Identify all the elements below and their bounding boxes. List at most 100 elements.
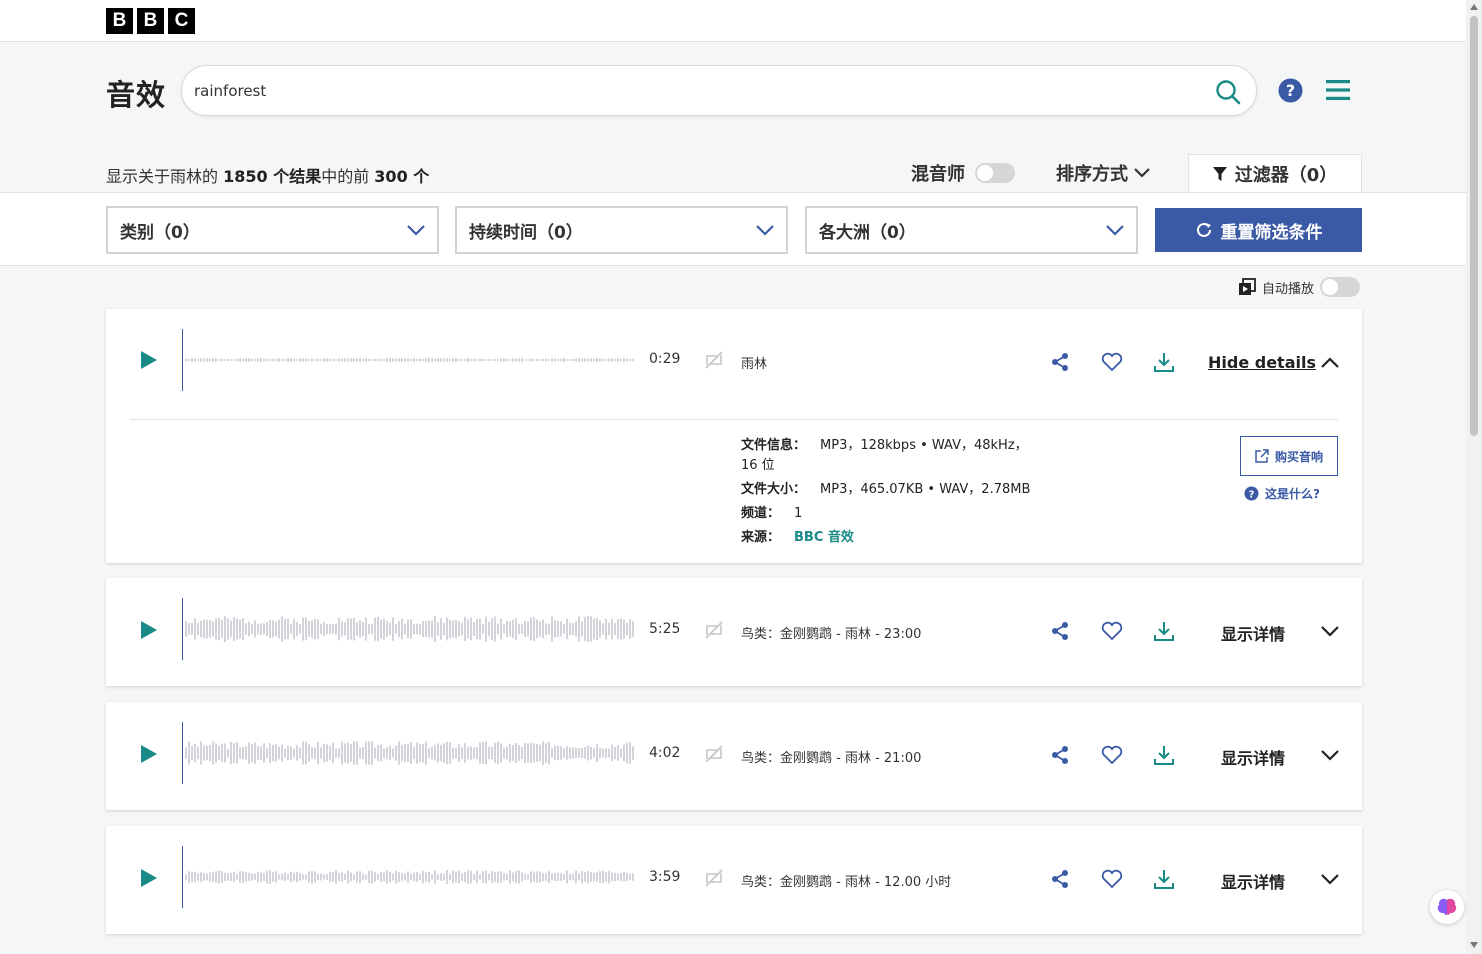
hide-details-link[interactable]: Hide details xyxy=(1208,353,1316,372)
autoplay-icon xyxy=(1239,278,1256,295)
heart-icon[interactable] xyxy=(1101,869,1123,889)
sort-button[interactable]: 排序方式 xyxy=(1056,160,1150,186)
help-icon: ? xyxy=(1244,486,1259,501)
share-icon[interactable] xyxy=(1050,869,1070,889)
track-description: 鸟类：金刚鹦鹉 - 雨林 - 12.00 小时 xyxy=(741,875,952,890)
play-icon[interactable] xyxy=(140,868,158,888)
download-icon[interactable] xyxy=(1153,620,1175,642)
filter-row: 类别（0） 持续时间（0） 各大洲（0） 重置筛选条件 xyxy=(0,192,1466,266)
waveform[interactable] xyxy=(182,722,634,784)
scroll-up-arrow[interactable] xyxy=(1470,4,1478,10)
top-bar: B B C xyxy=(0,0,1466,42)
scrollbar[interactable] xyxy=(1466,0,1482,954)
svg-text:?: ? xyxy=(1249,490,1255,501)
track-duration: 4:02 xyxy=(649,745,681,761)
waveform[interactable] xyxy=(182,846,634,908)
chevron-down-icon[interactable] xyxy=(1320,626,1340,638)
result-count: 显示关于雨林的 1850 个结果中的前 300 个 xyxy=(106,167,430,186)
loop-icon[interactable] xyxy=(704,620,724,640)
svg-text:?: ? xyxy=(1286,81,1295,100)
category-label: 类别（0） xyxy=(120,222,200,243)
help-icon[interactable]: ? xyxy=(1278,78,1303,103)
logo-letter: B xyxy=(106,8,133,34)
chevron-down-icon xyxy=(407,224,425,236)
heart-icon[interactable] xyxy=(1101,352,1123,372)
duration-dropdown[interactable]: 持续时间（0） xyxy=(455,206,788,254)
reset-label: 重置筛选条件 xyxy=(1220,222,1323,243)
heart-icon[interactable] xyxy=(1101,745,1123,765)
loop-icon[interactable] xyxy=(704,350,724,370)
search-icon[interactable] xyxy=(1214,78,1242,106)
mixer-switch[interactable] xyxy=(975,163,1015,183)
chevron-down-icon xyxy=(1106,224,1124,236)
scroll-thumb[interactable] xyxy=(1470,16,1478,436)
category-dropdown[interactable]: 类别（0） xyxy=(106,206,439,254)
track-description: 鸟类：金刚鹦鹉 - 雨林 - 23:00 xyxy=(741,627,922,642)
search-box[interactable] xyxy=(181,65,1257,116)
chevron-down-icon[interactable] xyxy=(1320,874,1340,886)
waveform[interactable] xyxy=(182,598,634,660)
download-icon[interactable] xyxy=(1153,868,1175,890)
buy-sound-button[interactable]: 购买音响 xyxy=(1240,436,1338,476)
reset-filters-button[interactable]: 重置筛选条件 xyxy=(1155,208,1362,252)
share-icon[interactable] xyxy=(1050,745,1070,765)
autoplay-label: 自动播放 xyxy=(1262,281,1315,297)
refresh-icon xyxy=(1196,222,1211,237)
heart-icon[interactable] xyxy=(1101,621,1123,641)
track-duration: 5:25 xyxy=(649,621,681,637)
track-card: 3:59 鸟类：金刚鹦鹉 - 雨林 - 12.00 小时 显示详情 xyxy=(106,826,1362,934)
channels: 频道： 1 xyxy=(741,506,803,521)
source: 来源： BBC 音效 xyxy=(741,530,854,545)
chevron-down-icon xyxy=(756,224,774,236)
chevron-up-icon[interactable] xyxy=(1320,356,1340,368)
download-icon[interactable] xyxy=(1153,351,1175,373)
menu-icon[interactable] xyxy=(1325,78,1351,102)
mixer-label: 混音师 xyxy=(911,164,965,185)
continent-label: 各大洲（0） xyxy=(819,222,916,243)
continent-dropdown[interactable]: 各大洲（0） xyxy=(805,206,1138,254)
track-card: 4:02 鸟类：金刚鹦鹉 - 雨林 - 21:00 显示详情 xyxy=(106,702,1362,810)
what-is-this-link[interactable]: ? 这是什么? xyxy=(1244,485,1320,502)
funnel-icon xyxy=(1212,167,1227,181)
chevron-down-icon[interactable] xyxy=(1320,750,1340,762)
track-card: 5:25 鸟类：金刚鹦鹉 - 雨林 - 23:00 显示详情 xyxy=(106,578,1362,686)
buy-label: 购买音响 xyxy=(1274,449,1323,464)
download-icon[interactable] xyxy=(1153,744,1175,766)
autoplay-switch[interactable] xyxy=(1320,277,1361,297)
play-icon[interactable] xyxy=(140,620,158,640)
autoplay-toggle[interactable]: 自动播放 xyxy=(1238,277,1361,297)
track-duration: 3:59 xyxy=(649,869,681,885)
loop-icon[interactable] xyxy=(704,868,724,888)
share-icon[interactable] xyxy=(1050,352,1070,372)
assistant-icon[interactable] xyxy=(1430,890,1464,924)
scroll-down-arrow[interactable] xyxy=(1470,942,1478,948)
share-icon[interactable] xyxy=(1050,621,1070,641)
page-title[interactable]: 音效 xyxy=(106,72,166,114)
what-is-this-label: 这是什么? xyxy=(1265,487,1320,501)
source-link[interactable]: BBC 音效 xyxy=(794,530,854,545)
show-details-link[interactable]: 显示详情 xyxy=(1221,869,1285,893)
brain-icon xyxy=(1437,898,1457,915)
track-description: 雨林 xyxy=(741,357,768,372)
track-card: 0:29 雨林 Hide details 文件信息： MP3，128kbps • … xyxy=(106,309,1362,563)
logo-letter: B xyxy=(137,8,164,34)
chevron-down-icon xyxy=(1134,168,1150,178)
filter-label: 过滤器（0） xyxy=(1234,165,1338,186)
filter-tab[interactable]: 过滤器（0） xyxy=(1188,154,1362,193)
external-link-icon xyxy=(1255,449,1269,463)
mixer-toggle[interactable]: 混音师 xyxy=(911,160,1015,186)
show-details-link[interactable]: 显示详情 xyxy=(1221,621,1285,645)
play-icon[interactable] xyxy=(140,350,158,370)
show-details-link[interactable]: 显示详情 xyxy=(1221,745,1285,769)
search-input[interactable] xyxy=(194,76,1194,106)
sort-label: 排序方式 xyxy=(1056,164,1128,185)
play-icon[interactable] xyxy=(140,744,158,764)
loop-icon[interactable] xyxy=(704,744,724,764)
waveform[interactable] xyxy=(182,329,634,391)
duration-label: 持续时间（0） xyxy=(469,222,583,243)
bbc-logo[interactable]: B B C xyxy=(106,8,195,34)
file-info: 文件信息： MP3，128kbps • WAV，48kHz， 16 位 xyxy=(741,438,1028,473)
track-duration: 0:29 xyxy=(649,351,681,367)
track-description: 鸟类：金刚鹦鹉 - 雨林 - 21:00 xyxy=(741,751,922,766)
divider xyxy=(130,419,1338,420)
